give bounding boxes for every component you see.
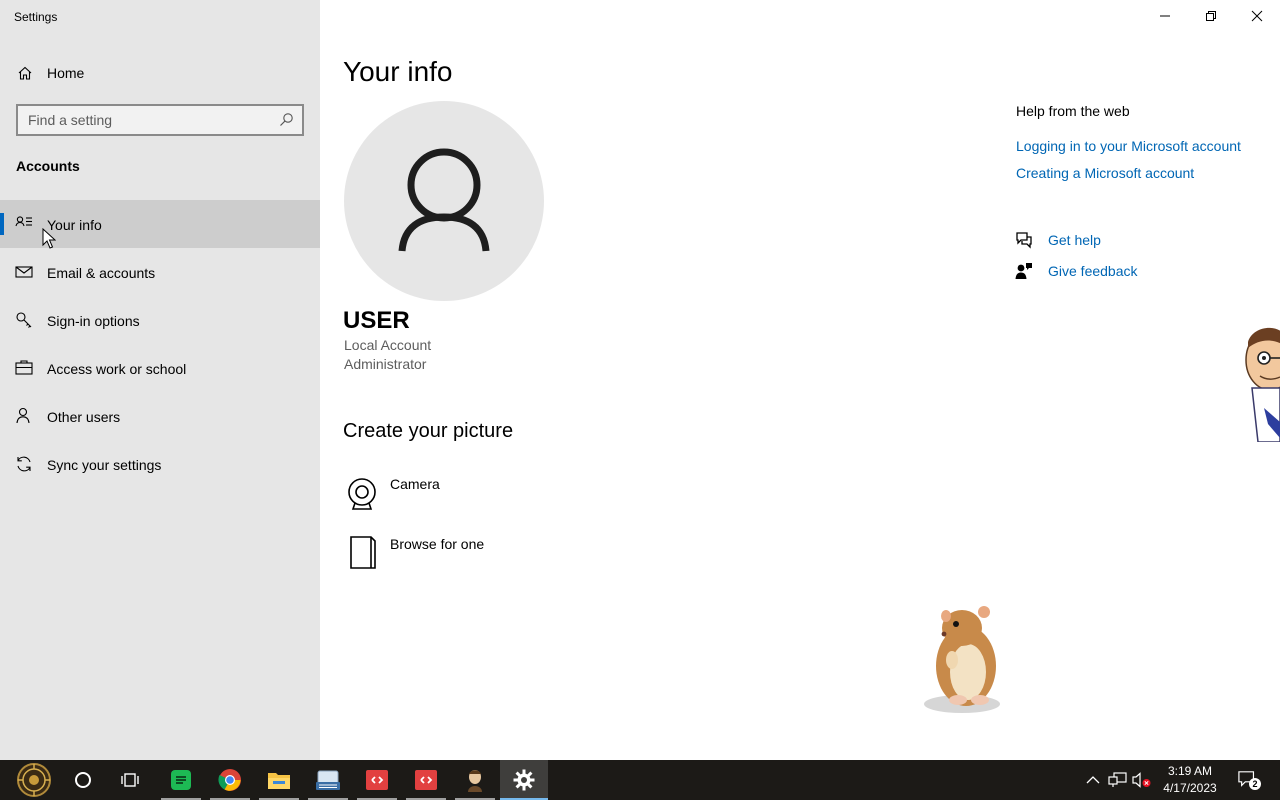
home-label: Home [47, 65, 85, 81]
person-list-icon [15, 216, 32, 227]
volume-tray-button[interactable] [1132, 770, 1152, 790]
avatar [344, 101, 544, 301]
sidebar-item-other-users[interactable]: Other users [0, 392, 320, 440]
character-app-icon [468, 770, 482, 792]
folder-icon [268, 773, 290, 789]
home-icon [18, 66, 32, 80]
taskbar-app-settings[interactable] [500, 760, 548, 800]
sidebar-item-sync-settings[interactable]: Sync your settings [0, 440, 320, 488]
help-link-logging-in[interactable]: Logging in to your Microsoft account [1016, 138, 1241, 154]
account-type: Local Account [344, 337, 432, 353]
hamster-image [924, 606, 1000, 713]
network-icon [1108, 772, 1127, 787]
account-role: Administrator [344, 356, 427, 372]
active-indicator [0, 213, 4, 235]
sidebar: Settings Home Accounts Your info [0, 0, 320, 760]
person-icon [16, 407, 30, 424]
mouse-cursor-icon [42, 228, 56, 249]
browse-option[interactable]: Browse for one [343, 536, 543, 580]
taskbar-app-red-1[interactable] [353, 760, 401, 800]
search-icon[interactable] [278, 112, 294, 128]
cartoon-character-image [1245, 327, 1280, 442]
chrome-icon [218, 769, 241, 791]
help-title: Help from the web [1016, 103, 1130, 119]
taskbar: 3:19 AM 4/17/2023 2 [0, 760, 1280, 800]
minimize-icon [1160, 15, 1170, 17]
cortana-search-button[interactable] [59, 760, 107, 800]
sidebar-item-access-work-school[interactable]: Access work or school [0, 344, 320, 392]
chevron-up-icon [1086, 776, 1100, 784]
taskbar-app-chrome[interactable] [206, 760, 254, 800]
sidebar-item-label: Other users [47, 409, 121, 425]
start-orb-icon [17, 763, 51, 797]
create-picture-title: Create your picture [343, 420, 514, 442]
key-icon [16, 312, 32, 328]
webcam-icon [348, 478, 376, 510]
clock-date: 4/17/2023 [1163, 781, 1217, 795]
volume-muted-icon [1132, 772, 1151, 788]
mail-icon [15, 266, 33, 278]
taskbar-clock[interactable]: 3:19 AM 4/17/2023 [1150, 763, 1230, 797]
action-center-button[interactable]: 2 [1238, 770, 1261, 790]
taskbar-app-character[interactable] [451, 760, 499, 800]
show-hidden-icons-button[interactable] [1083, 770, 1103, 790]
document-icon [350, 536, 376, 569]
feedback-person-icon [1015, 263, 1032, 279]
sync-icon [17, 456, 31, 472]
sidebar-item-email-accounts[interactable]: Email & accounts [0, 248, 320, 296]
start-button[interactable] [10, 760, 58, 800]
app-title: Settings [14, 10, 58, 24]
cortana-circle-icon [75, 772, 91, 788]
gear-icon [513, 769, 535, 791]
keyboard-app-icon [316, 770, 340, 790]
taskbar-app-file-explorer[interactable] [255, 760, 303, 800]
clock-time: 3:19 AM [1167, 764, 1213, 778]
chat-help-icon [1016, 232, 1032, 249]
network-tray-button[interactable] [1108, 770, 1128, 790]
restore-button[interactable] [1188, 0, 1234, 32]
sidebar-item-label: Email & accounts [47, 265, 156, 281]
red-app-icon [366, 770, 388, 790]
get-help-link[interactable]: Get help [1048, 232, 1101, 248]
close-icon [1251, 10, 1263, 22]
minimize-button[interactable] [1142, 0, 1188, 32]
section-title: Accounts [16, 158, 80, 174]
green-notes-app-icon [171, 770, 191, 790]
user-name: USER [343, 307, 410, 334]
sidebar-item-sign-in-options[interactable]: Sign-in options [0, 296, 320, 344]
briefcase-icon [15, 360, 33, 375]
close-button[interactable] [1234, 0, 1280, 32]
page-title: Your info [343, 56, 453, 87]
search-box[interactable] [16, 104, 304, 136]
camera-option[interactable]: Camera [343, 476, 543, 520]
taskbar-app-notes[interactable] [157, 760, 205, 800]
sidebar-item-label: Sync your settings [47, 457, 162, 473]
camera-label: Camera [390, 476, 440, 492]
browse-label: Browse for one [390, 536, 485, 552]
red-app-icon [415, 770, 437, 790]
taskbar-app-keyboard[interactable] [304, 760, 352, 800]
restore-icon [1206, 11, 1216, 21]
search-input[interactable] [18, 106, 274, 134]
sidebar-item-label: Access work or school [47, 361, 187, 377]
help-link-create-account[interactable]: Creating a Microsoft account [1016, 165, 1194, 181]
sidebar-item-label: Sign-in options [47, 313, 140, 329]
user-silhouette-icon [398, 148, 490, 252]
sidebar-item-your-info[interactable]: Your info [0, 200, 320, 249]
home-nav-item[interactable]: Home [0, 56, 320, 90]
give-feedback-link[interactable]: Give feedback [1048, 263, 1138, 279]
notification-count-badge: 2 [1249, 778, 1261, 790]
task-view-icon [121, 773, 139, 787]
task-view-button[interactable] [107, 760, 155, 800]
taskbar-app-red-2[interactable] [402, 760, 450, 800]
